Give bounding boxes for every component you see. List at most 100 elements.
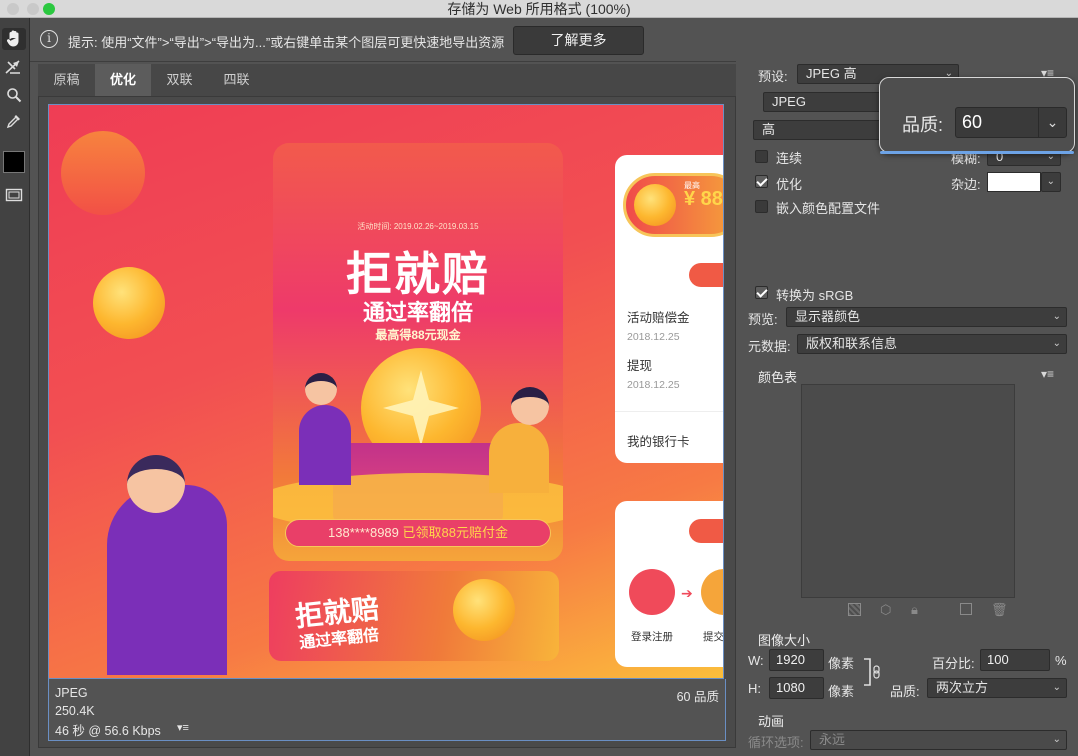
progressive-checkbox[interactable] [755, 150, 768, 163]
poster-artwork: 活动时间: 2019.02.26~2019.03.15 拒就赔 通过率翻倍 最高… [49, 105, 724, 678]
side-top-promo: 最高 ¥ 88 [623, 173, 723, 237]
step-register-label: 登录注册 [631, 631, 673, 643]
status-quality: 60 品质 [676, 690, 719, 704]
chevron-down-icon: ⌄ [1052, 338, 1061, 349]
convert-srgb-checkbox[interactable] [755, 286, 768, 299]
status-download-time: 46 秒 @ 56.6 Kbps [55, 724, 161, 738]
list-item-title: 提现 [627, 359, 653, 373]
map-to-transparent-icon[interactable] [848, 603, 861, 616]
animation-title: 动画 [758, 714, 785, 729]
quality-label: 品质: [902, 115, 944, 135]
focus-indicator [880, 151, 1074, 154]
percent-unit: % [1055, 653, 1067, 668]
list-item-title: 活动赔偿金 [627, 311, 690, 325]
file-format-value: JPEG [772, 94, 806, 109]
chevron-down-icon: ⌄ [1046, 176, 1055, 187]
person-figure [489, 423, 549, 493]
preview-label: 预览: [748, 312, 778, 327]
matte-label: 杂边: [951, 177, 981, 192]
download-speed-menu-icon[interactable]: ▾≡ [177, 721, 189, 734]
list-item-date: 2018.12.25 [627, 379, 680, 391]
height-input[interactable]: 1080 [769, 677, 824, 699]
progressive-label: 连续 [776, 151, 803, 166]
compression-quality-select[interactable]: 高 [753, 120, 893, 140]
decor-circle [61, 131, 145, 215]
new-color-icon[interactable] [960, 603, 972, 615]
register-step-icon [629, 569, 675, 615]
optimized-checkbox[interactable] [755, 175, 768, 188]
optimized-preview-image[interactable]: 活动时间: 2019.02.26~2019.03.15 拒就赔 通过率翻倍 最高… [48, 104, 724, 679]
preset-label: 预设: [758, 69, 788, 84]
person-head [127, 455, 185, 513]
matte-dropdown[interactable]: ⌄ [1041, 172, 1061, 192]
claim-phone: 138****8989 [328, 525, 403, 540]
hint-text: 提示: 使用“文件”>“导出”>“导出为...”或右键单击某个图层可更快速地导出… [68, 35, 505, 50]
status-format: JPEG [55, 686, 88, 700]
window-titlebar: 存储为 Web 所用格式 (100%) [0, 0, 1078, 18]
slice-select-tool-icon[interactable] [2, 56, 26, 78]
metadata-select[interactable]: 版权和联系信息 ⌄ [797, 334, 1067, 354]
image-size-title: 图像大小 [758, 633, 811, 648]
quality-value: 60 [962, 112, 983, 132]
claim-highlight: 已领取88元赔付金 [402, 525, 508, 540]
optimized-label: 优化 [776, 177, 803, 192]
hint-bar: i 提示: 使用“文件”>“导出”>“导出为...”或右键单击某个图层可更快速地… [30, 18, 736, 62]
percent-input[interactable]: 100 [980, 649, 1050, 671]
file-format-select[interactable]: JPEG [763, 92, 893, 112]
chevron-down-icon: ⌄ [1052, 734, 1061, 745]
arrow-icon: ➔ [681, 585, 693, 601]
preview-value: 显示器颜色 [795, 309, 861, 324]
window-title: 存储为 Web 所用格式 (100%) [447, 1, 631, 17]
person-figure [107, 485, 227, 675]
quality-input[interactable]: 60 ⌄ [955, 107, 1067, 138]
color-table[interactable] [801, 384, 1015, 598]
main-poster-card: 活动时间: 2019.02.26~2019.03.15 拒就赔 通过率翻倍 最高… [273, 143, 563, 561]
learn-more-button[interactable]: 了解更多 [513, 26, 644, 55]
preview-select[interactable]: 显示器颜色 ⌄ [786, 307, 1067, 327]
side-coin [634, 184, 676, 226]
eyedropper-tool-icon[interactable] [2, 110, 26, 132]
trash-icon[interactable]: 🗑︎ [991, 602, 1008, 618]
step-submit-label: 提交 [703, 631, 724, 643]
lock-color-icon[interactable]: 🔒︎ [911, 602, 918, 618]
chevron-down-icon[interactable]: ⌄ [1038, 108, 1066, 137]
web-snap-icon[interactable]: ⬡ [880, 602, 891, 618]
tab-2-up[interactable]: 双联 [151, 64, 208, 96]
side-steps-card: ➔ 登录注册 提交 [615, 501, 724, 667]
resample-quality-label: 品质: [890, 684, 920, 699]
status-file-size: 250.4K [55, 704, 95, 718]
embed-color-profile-label: 嵌入颜色配置文件 [776, 201, 881, 216]
metadata-label: 元数据: [748, 339, 791, 354]
view-tabs: 原稿 优化 双联 四联 [38, 64, 736, 96]
quality-callout: 品质: 60 ⌄ [879, 77, 1075, 154]
color-table-menu-icon[interactable]: ▾≡ [1041, 367, 1054, 381]
tab-4-up[interactable]: 四联 [208, 64, 265, 96]
convert-srgb-label: 转换为 sRGB [776, 288, 854, 303]
tab-optimized[interactable]: 优化 [95, 64, 151, 96]
poster-subheadline: 通过率翻倍 [362, 300, 473, 325]
resample-quality-select[interactable]: 两次立方 ⌄ [927, 678, 1067, 698]
person-head [305, 373, 337, 405]
width-input[interactable]: 1920 [769, 649, 824, 671]
matte-color-swatch[interactable] [987, 172, 1041, 192]
tab-original[interactable]: 原稿 [38, 64, 95, 96]
hand-tool-icon[interactable] [2, 28, 26, 50]
constrain-proportions-link-icon[interactable] [862, 657, 882, 687]
preview-status: JPEG 250.4K 46 秒 @ 56.6 Kbps ▾≡ 60 品质 [48, 679, 726, 741]
coin-decoration [93, 267, 165, 339]
embed-color-profile-checkbox[interactable] [755, 200, 768, 213]
percent-label: 百分比: [932, 656, 975, 671]
list-item-title: 我的银行卡 [627, 435, 690, 449]
resample-quality-value: 两次立方 [936, 680, 989, 695]
bottom-banner: 拒就赔 通过率翻倍 [269, 571, 559, 661]
loop-options-label: 循环选项: [748, 735, 804, 750]
zoom-tool-icon[interactable] [2, 84, 26, 106]
eyedropper-color-swatch[interactable] [3, 151, 25, 173]
side-button [689, 519, 723, 543]
list-item-date: 2018.12.25 [627, 331, 680, 343]
claim-notice-bar: 138****8989 已领取88元赔付金 [285, 519, 551, 547]
toggle-slices-visibility-icon[interactable] [2, 184, 26, 206]
preset-value: JPEG 高 [806, 66, 857, 81]
loop-options-select[interactable]: 永远 ⌄ [810, 730, 1067, 750]
side-list-card: 最高 ¥ 88 活动赔偿金 2018.12.25 提现 2018.12.25 我… [615, 155, 723, 463]
